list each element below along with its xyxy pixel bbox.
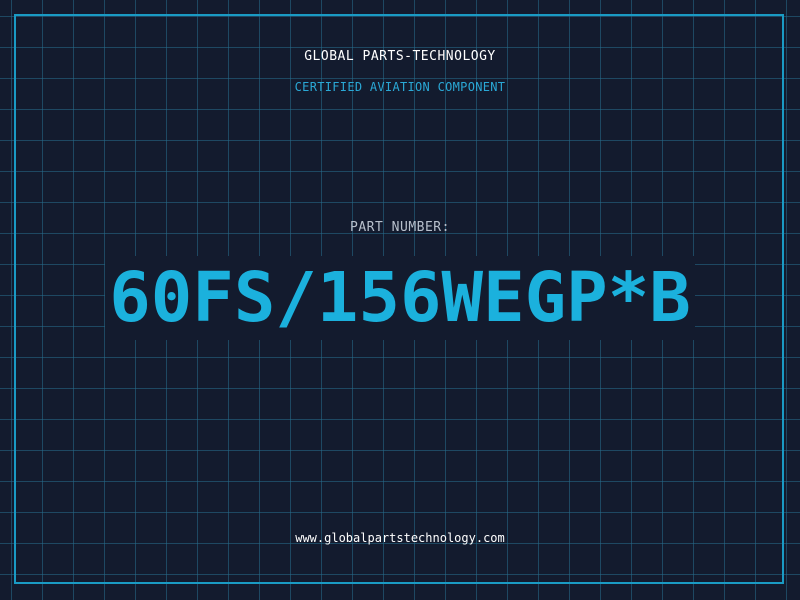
- brand-name: GLOBAL PARTS-TECHNOLOGY: [304, 49, 496, 64]
- website-url[interactable]: www.globalpartstechnology.com: [0, 531, 800, 545]
- certification-subtitle: CERTIFIED AVIATION COMPONENT: [294, 80, 506, 94]
- part-number-container: 60FS/156WEGP*B: [0, 256, 800, 346]
- part-number-heading: PART NUMBER:: [350, 220, 450, 235]
- part-label-card: GLOBAL PARTS-TECHNOLOGY CERTIFIED AVIATI…: [0, 0, 800, 600]
- part-number-value: 60FS/156WEGP*B: [105, 256, 695, 340]
